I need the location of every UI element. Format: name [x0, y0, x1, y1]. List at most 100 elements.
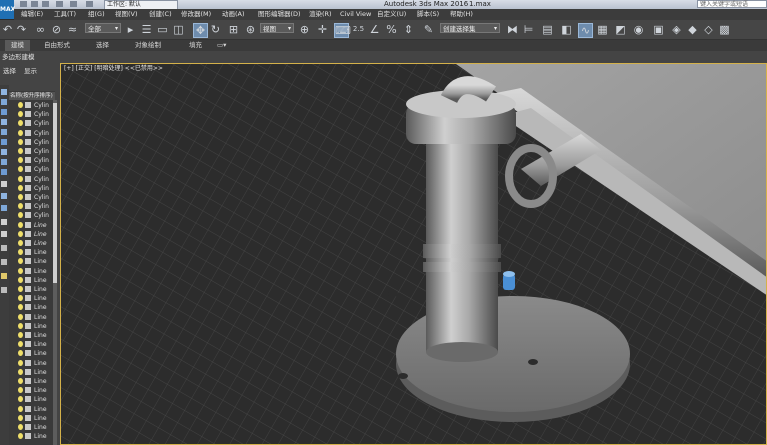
menu-tools[interactable]: 工具(T) — [54, 9, 76, 20]
align-icon[interactable]: ⊨ — [522, 23, 535, 36]
material-editor-icon[interactable]: ◩ — [614, 23, 627, 36]
save-file-icon[interactable] — [42, 1, 49, 7]
rendered-frame-window-icon[interactable]: ▣ — [652, 23, 665, 36]
filter-icon[interactable] — [1, 245, 7, 251]
window-crossing-icon[interactable]: ◫ — [172, 23, 185, 36]
display-all-icon[interactable] — [1, 181, 7, 187]
display-lights-icon[interactable] — [1, 109, 7, 115]
layer-manager-icon[interactable]: ▤ — [541, 23, 554, 36]
visibility-bulb-icon[interactable] — [18, 157, 23, 164]
visibility-bulb-icon[interactable] — [18, 341, 23, 348]
visibility-bulb-icon[interactable] — [18, 212, 23, 219]
curve-editor-icon[interactable]: ∿ — [578, 23, 593, 38]
mirror-icon[interactable]: ⧓ — [506, 23, 519, 36]
visibility-bulb-icon[interactable] — [18, 203, 23, 210]
visibility-bulb-icon[interactable] — [18, 350, 23, 357]
visibility-bulb-icon[interactable] — [18, 304, 23, 311]
list-item[interactable]: Line — [9, 257, 53, 266]
select-and-place-icon[interactable]: ⊛ — [244, 23, 257, 36]
list-item[interactable]: Cylin — [9, 165, 53, 174]
viewport-label-menu[interactable]: [+] [正交] [明暗处理] <<已禁用>> — [64, 65, 163, 73]
explorer-tab-select[interactable]: 选择 — [3, 66, 16, 76]
hierarchy-icon[interactable] — [1, 219, 7, 225]
new-file-icon[interactable] — [20, 1, 27, 7]
visibility-bulb-icon[interactable] — [18, 387, 23, 394]
display-none-icon[interactable] — [1, 193, 7, 199]
edit-named-selection-icon[interactable]: ✎ — [422, 23, 435, 36]
list-item[interactable]: Cylin — [9, 147, 53, 156]
ribbon-panel-label[interactable]: 多边形建模 — [2, 51, 35, 63]
project-folder-icon[interactable] — [86, 1, 93, 7]
visibility-bulb-icon[interactable] — [18, 249, 23, 256]
list-item[interactable]: Line — [9, 276, 53, 285]
list-item[interactable]: Cylin — [9, 129, 53, 138]
menu-customize[interactable]: 自定义(U) — [377, 9, 406, 20]
list-item[interactable]: Line — [9, 294, 53, 303]
redo-icon[interactable]: ↷ — [15, 23, 28, 36]
visibility-bulb-icon[interactable] — [18, 221, 23, 228]
visibility-bulb-icon[interactable] — [18, 405, 23, 412]
unlink-icon[interactable]: ⊘ — [50, 23, 63, 36]
list-item[interactable]: Line — [9, 423, 53, 432]
visibility-bulb-icon[interactable] — [18, 184, 23, 191]
hide-icon[interactable] — [1, 287, 7, 293]
menu-help[interactable]: 帮助(H) — [450, 9, 473, 20]
select-object-icon[interactable]: ▸ — [124, 23, 137, 36]
visibility-bulb-icon[interactable] — [18, 240, 23, 246]
visibility-bulb-icon[interactable] — [18, 111, 23, 118]
undo-icon[interactable] — [56, 1, 63, 7]
list-item[interactable]: Line — [9, 432, 53, 441]
display-shapes-icon[interactable] — [1, 99, 7, 105]
display-xrefs-icon[interactable] — [1, 159, 7, 165]
display-groups-icon[interactable] — [1, 149, 7, 155]
select-and-scale-icon[interactable]: ⊞ — [227, 23, 240, 36]
list-item[interactable]: Cylin — [9, 193, 53, 202]
open-file-icon[interactable] — [31, 1, 38, 7]
list-item[interactable]: Cylin — [9, 110, 53, 119]
menu-rendering[interactable]: 渲染(R) — [309, 9, 332, 20]
menu-scripting[interactable]: 脚本(S) — [417, 9, 439, 20]
visibility-bulb-icon[interactable] — [18, 396, 23, 403]
find-icon[interactable] — [1, 259, 7, 265]
list-item[interactable]: Line — [9, 359, 53, 368]
percent-snap-icon[interactable]: % — [385, 23, 398, 36]
layer-icon[interactable] — [1, 231, 7, 237]
visibility-bulb-icon[interactable] — [18, 129, 23, 136]
selection-filter-dropdown[interactable]: 全部 — [85, 23, 121, 34]
visibility-bulb-icon[interactable] — [18, 378, 23, 384]
list-item[interactable]: Line — [9, 267, 53, 276]
display-bones-icon[interactable] — [1, 169, 7, 175]
tab-modeling[interactable]: 建模 — [5, 40, 30, 51]
list-item[interactable]: Line — [9, 313, 53, 322]
render-iterative-icon[interactable]: ◆ — [686, 23, 699, 36]
visibility-bulb-icon[interactable] — [18, 166, 23, 173]
link-icon[interactable]: ∞ — [34, 23, 47, 36]
freeze-icon[interactable] — [1, 273, 7, 279]
menu-modifiers[interactable]: 修改器(M) — [181, 9, 211, 20]
perspective-viewport[interactable] — [60, 63, 767, 445]
ribbon-options-icon[interactable]: ▭▾ — [217, 40, 226, 51]
snaps-toggle-icon[interactable]: 2.5 — [352, 23, 365, 36]
spinner-snap-icon[interactable]: ⇕ — [402, 23, 415, 36]
invert-display-icon[interactable] — [1, 205, 7, 211]
visibility-bulb-icon[interactable] — [18, 414, 23, 421]
visibility-bulb-icon[interactable] — [18, 102, 23, 108]
list-item[interactable]: Line — [9, 414, 53, 423]
visibility-bulb-icon[interactable] — [18, 276, 23, 283]
visibility-bulb-icon[interactable] — [18, 295, 23, 302]
select-by-name-icon[interactable]: ☰ — [140, 23, 153, 36]
visibility-bulb-icon[interactable] — [18, 424, 23, 430]
menu-create[interactable]: 创建(C) — [149, 9, 172, 20]
tab-object-paint[interactable]: 对象绘制 — [135, 40, 161, 51]
visibility-bulb-icon[interactable] — [18, 332, 23, 338]
render-activeshade-icon[interactable]: ◇ — [702, 23, 715, 36]
visibility-bulb-icon[interactable] — [18, 322, 23, 329]
visibility-bulb-icon[interactable] — [18, 194, 23, 200]
visibility-bulb-icon[interactable] — [18, 368, 23, 375]
undo-icon[interactable]: ↶ — [1, 23, 14, 36]
list-item[interactable]: Cylin — [9, 101, 53, 110]
app-logo[interactable]: MAX — [0, 0, 15, 19]
list-item[interactable]: Line — [9, 377, 53, 386]
visibility-bulb-icon[interactable] — [18, 267, 23, 274]
display-cameras-icon[interactable] — [1, 119, 7, 125]
